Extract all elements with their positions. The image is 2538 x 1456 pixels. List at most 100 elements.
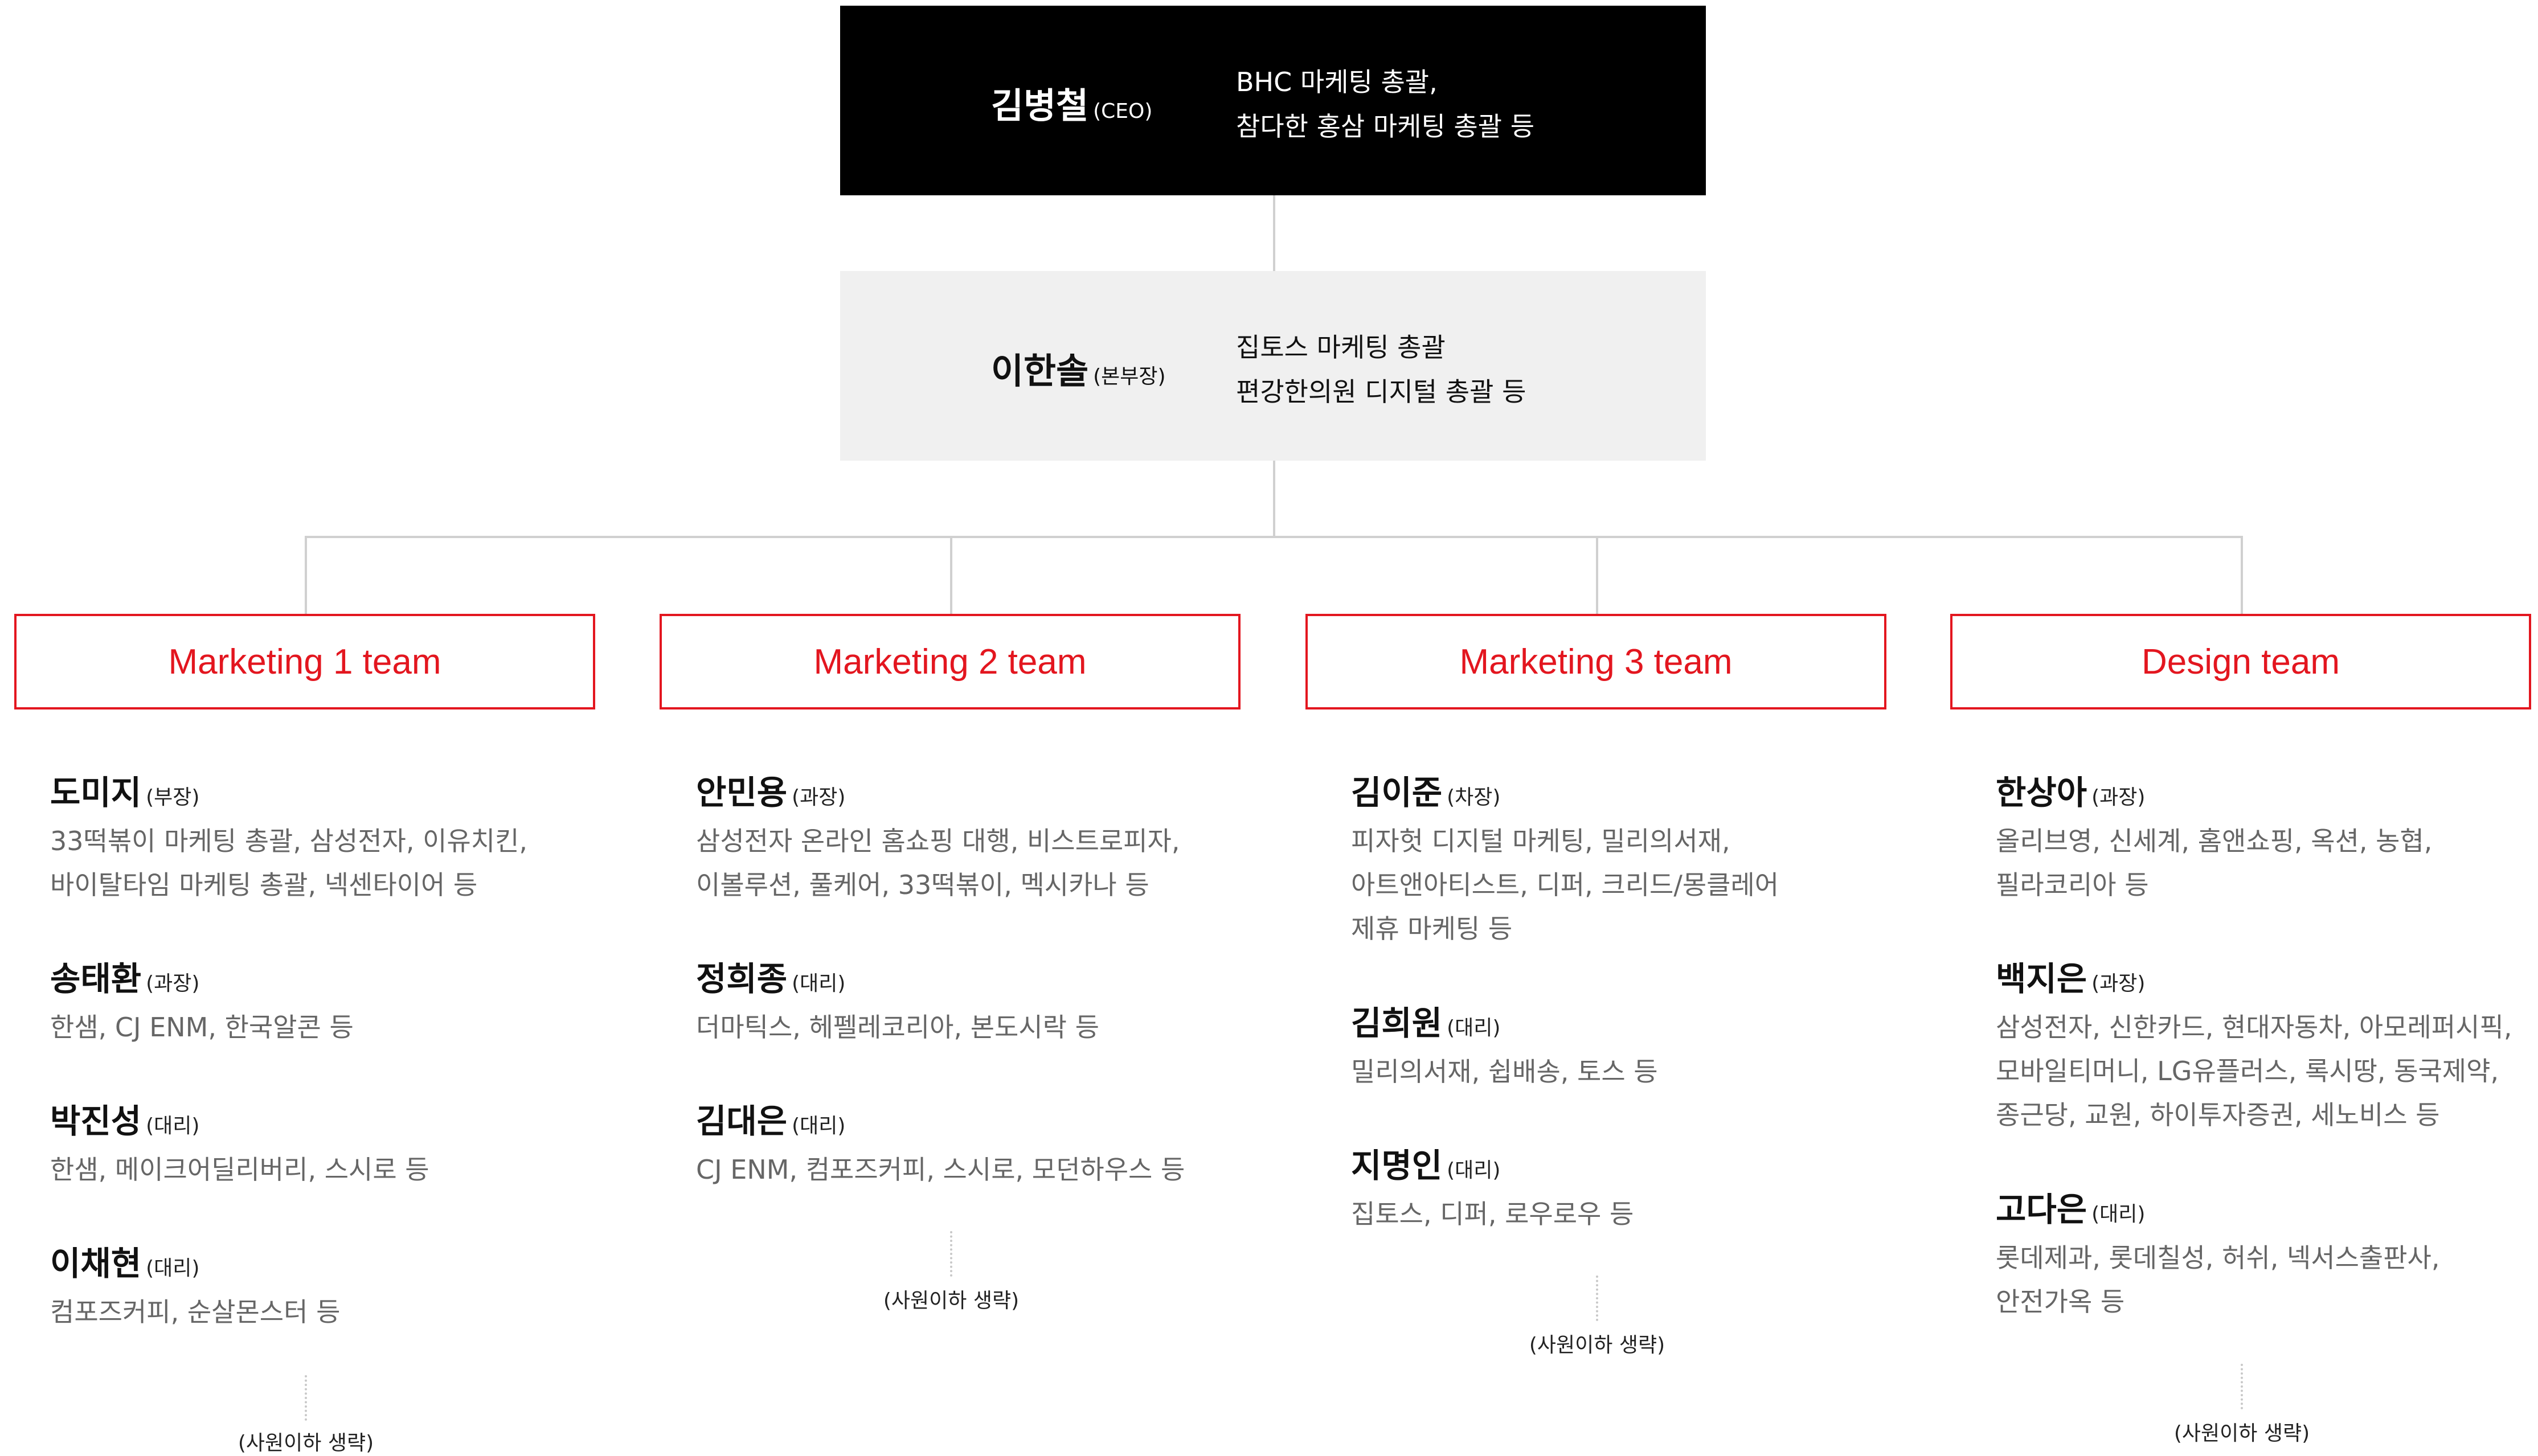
ceo-box: 김병철 (CEO) BHC 마케팅 총괄, 참다한 홍삼 마케팅 총괄 등 <box>840 6 1706 195</box>
ceo-desc-line: BHC 마케팅 총괄, <box>1236 67 1438 97</box>
team-title: Marketing 3 team <box>1459 642 1733 682</box>
member-role: (과장) <box>792 786 846 809</box>
member-desc: 컴포즈커피, 순살몬스터 등 <box>50 1290 340 1334</box>
member-desc-line: 피자헛 디지털 마케팅, 밀리의서재, <box>1351 826 1730 856</box>
team-box-marketing-3: Marketing 3 team <box>1305 614 1886 709</box>
member-role: (과장) <box>2091 786 2146 809</box>
connector-team-2 <box>950 536 952 614</box>
team-title: Design team <box>2141 642 2340 682</box>
member-role: (대리) <box>146 1114 200 1138</box>
connector-team-1 <box>305 536 307 614</box>
member-role: (대리) <box>792 972 846 995</box>
member-name-line: 송태환 (과장) <box>50 952 354 1000</box>
member-role: (대리) <box>146 1257 200 1280</box>
member-name: 안민용 <box>696 773 788 812</box>
member-desc: 삼성전자 온라인 홈쇼핑 대행, 비스트로피자, 이볼루션, 풀케어, 33떡볶… <box>696 819 1180 907</box>
member-name: 김대은 <box>696 1102 788 1141</box>
ceo-description: BHC 마케팅 총괄, 참다한 홍삼 마케팅 총괄 등 <box>1236 60 1534 149</box>
member-name: 이채현 <box>50 1244 142 1283</box>
member-role: (대리) <box>792 1114 846 1138</box>
member-name: 지명인 <box>1351 1146 1443 1185</box>
member-desc-line: 롯데제과, 롯데칠성, 허쉬, 넥서스출판사, <box>1996 1242 2440 1273</box>
ceo-role: (CEO) <box>1093 100 1153 123</box>
member-desc: 집토스, 디퍼, 로우로우 등 <box>1351 1192 1634 1236</box>
member-desc: 더마틱스, 헤펠레코리아, 본도시락 등 <box>696 1006 1099 1049</box>
member-card: 안민용 (과장) 삼성전자 온라인 홈쇼핑 대행, 비스트로피자, 이볼루션, 풀… <box>696 766 1180 907</box>
member-desc-line: 제휴 마케팅 등 <box>1351 913 1513 944</box>
member-desc: 33떡볶이 마케팅 총괄, 삼성전자, 이유치킨, 바이탈타임 마케팅 총괄, … <box>50 819 527 907</box>
omitted-note: (사원이하 생략) <box>1529 1334 1665 1357</box>
member-desc-line: CJ ENM, 컴포즈커피, 스시로, 모던하우스 등 <box>696 1154 1185 1185</box>
head-box: 이한솔 (본부장) 집토스 마케팅 총괄 편강한의원 디지털 총괄 등 <box>840 271 1706 461</box>
member-name-line: 박진성 (대리) <box>50 1094 429 1142</box>
member-role: (차장) <box>1447 786 1501 809</box>
member-role: (부장) <box>146 786 200 809</box>
member-desc: 삼성전자, 신한카드, 현대자동차, 아모레퍼시픽, 모바일티머니, LG유플러… <box>1996 1006 2512 1137</box>
ceo-desc-line: 참다한 홍삼 마케팅 총괄 등 <box>1236 111 1535 142</box>
head-desc-line: 집토스 마케팅 총괄 <box>1236 332 1446 363</box>
member-name: 한상아 <box>1996 773 2087 812</box>
connector-horizontal-bus <box>305 536 2242 538</box>
member-name-line: 김이준 (차장) <box>1351 766 1779 814</box>
member-desc-line: 아트앤아티스트, 디퍼, 크리드/몽클레어 <box>1351 870 1779 900</box>
member-name-line: 고다은 (대리) <box>1996 1183 2439 1231</box>
more-dots-icon <box>950 1231 952 1277</box>
member-desc-line: 삼성전자 온라인 홈쇼핑 대행, 비스트로피자, <box>696 826 1180 856</box>
ceo-name: 김병철 <box>991 85 1089 126</box>
member-desc-line: 삼성전자, 신한카드, 현대자동차, 아모레퍼시픽, <box>1996 1012 2512 1043</box>
omitted-note: (사원이하 생략) <box>2173 1422 2310 1445</box>
member-desc: 밀리의서재, 쉽배송, 토스 등 <box>1351 1050 1658 1094</box>
team-box-marketing-2: Marketing 2 team <box>660 614 1241 709</box>
team-box-marketing-1: Marketing 1 team <box>14 614 595 709</box>
team-box-design: Design team <box>1950 614 2531 709</box>
member-name: 도미지 <box>50 773 142 812</box>
member-name: 정희종 <box>696 959 788 998</box>
member-desc-line: 밀리의서재, 쉽배송, 토스 등 <box>1351 1056 1658 1087</box>
member-name: 백지은 <box>1996 959 2087 998</box>
member-name-line: 도미지 (부장) <box>50 766 527 814</box>
member-desc-line: 한샘, CJ ENM, 한국알콘 등 <box>50 1012 354 1043</box>
member-desc: 롯데제과, 롯데칠성, 허쉬, 넥서스출판사, 안전가옥 등 <box>1996 1236 2439 1324</box>
member-name-line: 이채현 (대리) <box>50 1237 340 1285</box>
member-desc-line: 집토스, 디퍼, 로우로우 등 <box>1351 1199 1634 1229</box>
member-role: (과장) <box>146 972 200 995</box>
omitted-note: (사원이하 생략) <box>883 1289 1020 1313</box>
member-name-line: 한상아 (과장) <box>1996 766 2432 814</box>
member-card: 김희원 (대리) 밀리의서재, 쉽배송, 토스 등 <box>1351 996 1658 1094</box>
connector-head-bus <box>1273 461 1275 537</box>
head-description: 집토스 마케팅 총괄 편강한의원 디지털 총괄 등 <box>1236 325 1526 414</box>
member-desc-line: 안전가옥 등 <box>1996 1286 2125 1317</box>
more-dots-icon <box>2241 1364 2243 1409</box>
more-dots-icon <box>305 1375 307 1421</box>
member-card: 이채현 (대리) 컴포즈커피, 순살몬스터 등 <box>50 1237 340 1334</box>
member-desc-line: 더마틱스, 헤펠레코리아, 본도시락 등 <box>696 1012 1099 1043</box>
head-name: 이한솔 <box>991 350 1089 392</box>
member-desc-line: 컴포즈커피, 순살몬스터 등 <box>50 1297 341 1327</box>
member-card: 도미지 (부장) 33떡볶이 마케팅 총괄, 삼성전자, 이유치킨, 바이탈타임 … <box>50 766 527 907</box>
member-desc-line: 한샘, 메이크어딜리버리, 스시로 등 <box>50 1154 429 1185</box>
member-card: 송태환 (과장) 한샘, CJ ENM, 한국알콘 등 <box>50 952 354 1049</box>
member-name: 김이준 <box>1351 773 1443 812</box>
head-name-line: 이한솔 (본부장) <box>991 342 1166 393</box>
member-card: 박진성 (대리) 한샘, 메이크어딜리버리, 스시로 등 <box>50 1094 429 1192</box>
omitted-note: (사원이하 생략) <box>238 1432 374 1455</box>
member-card: 김대은 (대리) CJ ENM, 컴포즈커피, 스시로, 모던하우스 등 <box>696 1094 1185 1192</box>
member-name-line: 안민용 (과장) <box>696 766 1180 814</box>
member-card: 김이준 (차장) 피자헛 디지털 마케팅, 밀리의서재, 아트앤아티스트, 디퍼,… <box>1351 766 1779 951</box>
member-desc-line: 33떡볶이 마케팅 총괄, 삼성전자, 이유치킨, <box>50 826 528 856</box>
member-name: 고다은 <box>1996 1190 2087 1229</box>
member-role: (과장) <box>2091 972 2146 995</box>
member-name-line: 지명인 (대리) <box>1351 1139 1634 1187</box>
member-desc-line: 이볼루션, 풀케어, 33떡볶이, 멕시카나 등 <box>696 870 1149 900</box>
member-card: 정희종 (대리) 더마틱스, 헤펠레코리아, 본도시락 등 <box>696 952 1099 1049</box>
member-role: (대리) <box>2091 1203 2146 1226</box>
connector-team-4 <box>2241 536 2243 614</box>
member-name-line: 백지은 (과장) <box>1996 952 2512 1000</box>
member-name-line: 김희원 (대리) <box>1351 996 1658 1044</box>
connector-ceo-head <box>1273 195 1275 271</box>
member-desc-line: 종근당, 교원, 하이투자증권, 세노비스 등 <box>1996 1100 2440 1130</box>
member-desc-line: 올리브영, 신세계, 홈앤쇼핑, 옥션, 농협, <box>1996 826 2433 856</box>
member-name: 박진성 <box>50 1102 142 1141</box>
member-desc-line: 모바일티머니, LG유플러스, 록시땅, 동국제약, <box>1996 1056 2499 1086</box>
member-name-line: 정희종 (대리) <box>696 952 1099 1000</box>
